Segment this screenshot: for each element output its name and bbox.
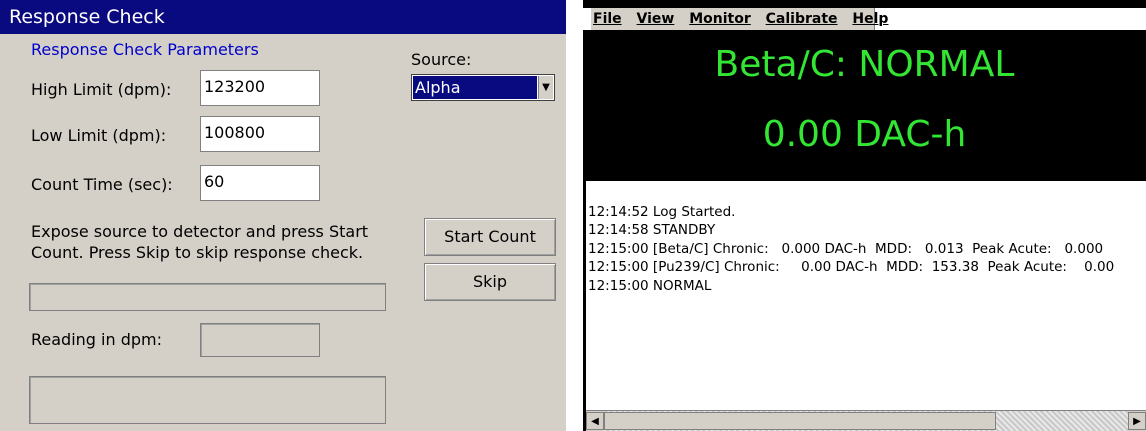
horizontal-scrollbar[interactable]: ◀ ▶ [586, 410, 1146, 431]
instructions-line-1: Expose source to detector and press Star… [31, 222, 369, 241]
menu-file[interactable]: File [593, 11, 622, 27]
left-arrow-icon[interactable]: ◀ [586, 412, 604, 430]
menu-bar: File View Monitor Calibrate Help [583, 8, 1146, 30]
low-limit-field[interactable]: 100800 [200, 116, 320, 152]
menu-help[interactable]: Help [852, 11, 888, 27]
chevron-down-icon[interactable]: ▼ [538, 76, 553, 99]
source-selected-value: Alpha [413, 76, 537, 99]
high-limit-field[interactable]: 123200 [200, 70, 320, 106]
status-panel [29, 376, 386, 424]
status-readout: Beta/C: NORMAL [714, 44, 1015, 85]
log-line: 12:15:00 NORMAL [588, 277, 712, 294]
dose-readout: 0.00 DAC-h [762, 114, 967, 155]
count-time-field[interactable]: 60 [200, 165, 320, 201]
right-arrow-icon[interactable]: ▶ [1128, 412, 1146, 430]
start-count-button[interactable]: Start Count [424, 218, 556, 256]
source-label: Source: [411, 50, 472, 69]
log-line: 12:15:00 [Beta/C] Chronic: 0.000 DAC-h M… [588, 240, 1104, 257]
log-line: 12:14:52 Log Started. [588, 203, 736, 220]
reading-label: Reading in dpm: [31, 330, 162, 349]
skip-button[interactable]: Skip [424, 263, 556, 301]
high-limit-label: High Limit (dpm): [31, 80, 172, 99]
low-limit-label: Low Limit (dpm): [31, 126, 167, 145]
log-line: 12:15:00 [Pu239/C] Chronic: 0.00 DAC-h M… [588, 259, 1115, 275]
log-text: 12:14:52 Log Started. 12:14:58 STANDBY 12:… [588, 184, 1144, 409]
source-select[interactable]: Alpha ▼ [411, 74, 555, 101]
group-title: Response Check Parameters [31, 40, 259, 59]
menu-view[interactable]: View [637, 11, 675, 27]
count-time-label: Count Time (sec): [31, 175, 173, 194]
log-line: 12:14:58 STANDBY [588, 222, 716, 238]
reading-field [200, 323, 320, 357]
dialog-title: Response Check [0, 0, 566, 34]
log-pane[interactable]: 12:14:52 Log Started. 12:14:58 STANDBY 12:… [583, 181, 1146, 431]
response-check-dialog: Response Check Response Check Parameters… [0, 0, 566, 431]
menu-items: File View Monitor Calibrate Help [591, 8, 888, 30]
progress-bar [29, 283, 386, 311]
instructions-line-2: Count. Press Skip to skip response check… [31, 243, 364, 262]
menu-calibrate[interactable]: Calibrate [766, 11, 838, 27]
menu-monitor[interactable]: Monitor [689, 11, 751, 27]
scroll-thumb[interactable] [604, 412, 996, 430]
